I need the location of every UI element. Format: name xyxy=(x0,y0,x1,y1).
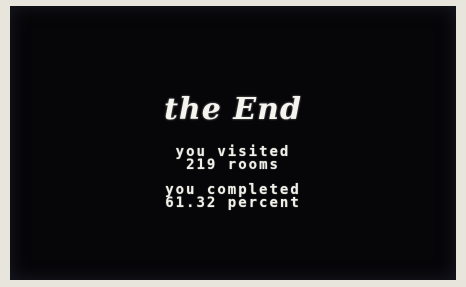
completed-value: 61.32 percent xyxy=(165,195,301,211)
game-screen: the End you visited 219 rooms you comple… xyxy=(10,6,456,280)
end-title: the End xyxy=(164,92,302,127)
visited-value: 219 rooms xyxy=(186,157,280,173)
completion-stat: you completed 61.32 percent xyxy=(10,183,456,211)
photo-frame: the End you visited 219 rooms you comple… xyxy=(0,0,466,287)
rooms-visited-stat: you visited 219 rooms xyxy=(10,145,456,173)
